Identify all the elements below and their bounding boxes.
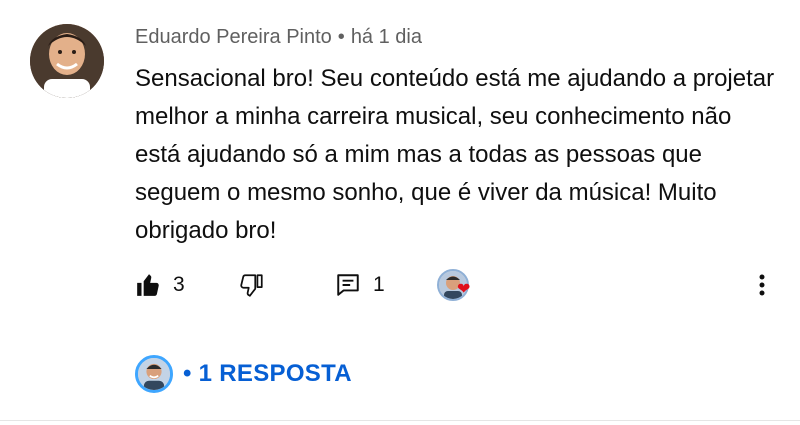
reply-button[interactable]: 1 [335,268,385,302]
author-avatar[interactable] [30,24,104,98]
comment-text: Sensacional bro! Seu conteúdo está me aj… [135,65,775,244]
more-vertical-icon [757,272,767,298]
replies-count-link[interactable]: • 1 RESPOSTA [183,360,352,388]
thumbs-up-icon [135,272,161,298]
reply-count: 1 [373,273,385,296]
heart-icon: ❤ [457,281,471,298]
thumbs-down-icon [239,272,265,298]
comment-timestamp[interactable]: há 1 dia [351,26,422,48]
comment-header: Eduardo Pereira Pinto • há 1 dia [135,26,422,49]
comment-icon [335,272,361,298]
comment-actions: 3 1 ❤ [135,268,785,302]
more-options-button[interactable] [757,268,767,302]
reply-author-avatar [135,355,173,393]
like-count: 3 [173,273,185,296]
divider [0,420,800,421]
like-button[interactable]: 3 [135,268,185,302]
author-name[interactable]: Eduardo Pereira Pinto [135,26,332,48]
replies-toggle[interactable]: • 1 RESPOSTA [135,352,352,396]
creator-heart-badge: ❤ [437,268,471,302]
meta-separator: • [337,26,345,48]
dislike-button[interactable] [239,268,265,302]
comment-thread: Eduardo Pereira Pinto • há 1 dia Sensacion… [0,0,800,425]
